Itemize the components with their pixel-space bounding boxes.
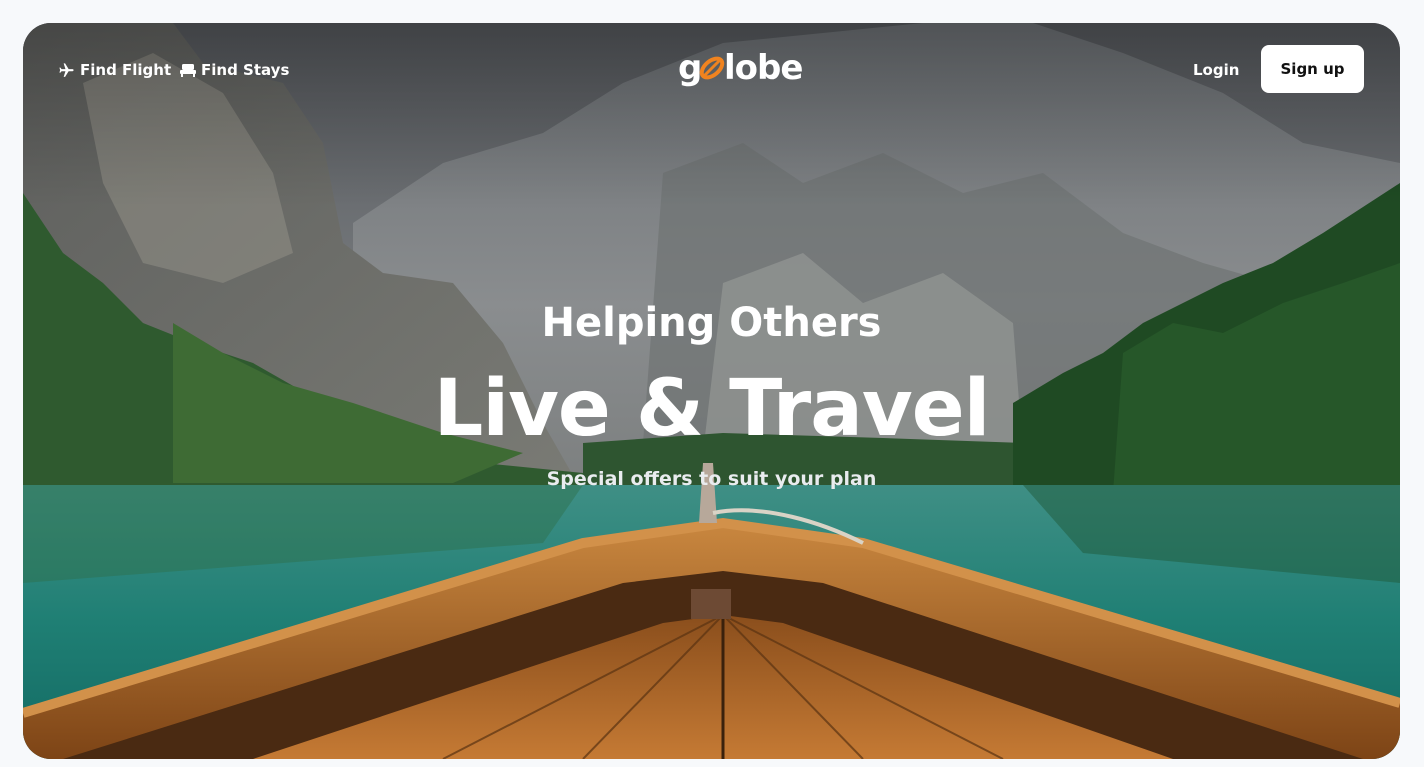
find-flight-label: Find Flight xyxy=(80,61,172,79)
signup-button[interactable]: Sign up xyxy=(1261,45,1364,93)
logo-text-suffix: lobe xyxy=(724,48,803,88)
bed-icon xyxy=(180,63,196,77)
login-link[interactable]: Login xyxy=(1193,58,1239,82)
hero-banner: Find Flight Find Stays g lobe Login Sign… xyxy=(23,23,1400,759)
airplane-icon xyxy=(58,62,75,79)
top-navigation: Find Flight Find Stays g lobe Login Sign… xyxy=(23,23,1400,117)
find-stays-label: Find Stays xyxy=(201,61,290,79)
find-stays-link[interactable]: Find Stays xyxy=(180,59,289,81)
hero-subtitle: Helping Others xyxy=(541,300,882,346)
hero-tagline: Special offers to suit your plan xyxy=(546,468,877,490)
logo-link-icon xyxy=(698,55,726,85)
hero-title: Live & Travel xyxy=(433,364,991,454)
find-flight-link[interactable]: Find Flight xyxy=(58,59,171,81)
golobe-logo[interactable]: g lobe xyxy=(678,47,803,89)
